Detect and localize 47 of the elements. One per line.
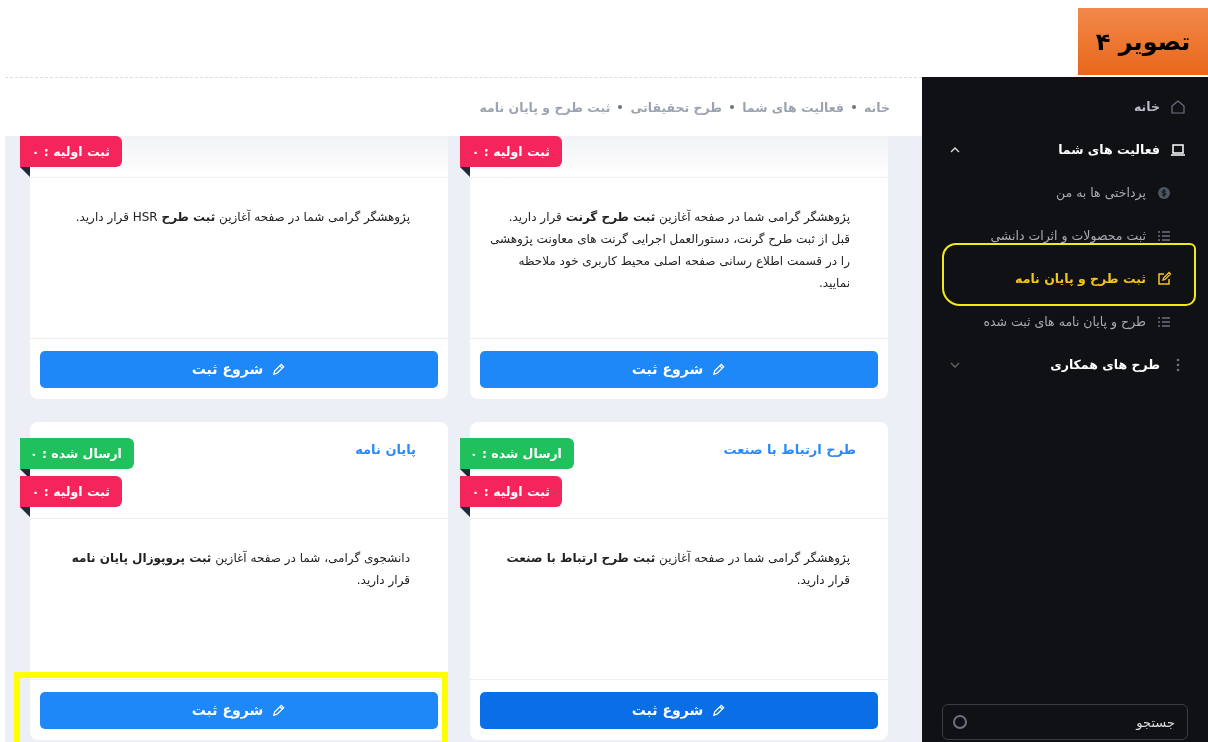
home-icon [1170,98,1186,115]
chevron-up-icon [950,146,960,153]
card-description: دانشجوی گرامی، شما در صفحه آغازین ثبت پروپوزال پایان نامه قرار دارید. [70,549,410,590]
breadcrumb-link[interactable]: خانه [864,99,890,115]
count-badge: ثبت اولیه : ۰ [460,136,562,167]
edit-icon [1156,270,1172,287]
ribbon-fold-icon [20,507,30,517]
card-description: پژوهشگر گرامی شما در صفحه آغازین ثبت طرح ارتباط با صنعت قرار دارید. [505,549,850,590]
ribbon-fold-icon [20,167,30,177]
separator-dot [618,105,623,109]
count-badge: ثبت اولیه : ۰ [20,476,122,507]
start-button[interactable]: شروع ثبت [40,691,438,729]
card-title: طرح ارتباط با صنعت [723,441,856,459]
nav-item[interactable]: طرح و پایان نامه های ثبت شده [922,300,1208,343]
breadcrumb-link[interactable]: ثبت طرح و پایان نامه [479,99,611,115]
nav-item[interactable]: خانه [922,85,1208,128]
card-description: پژوهشگر گرامی شما در صفحه آغازین ثبت طرح HSR قرار دارید. [74,208,410,227]
ribbon-fold-icon [460,167,470,177]
search-field[interactable]: جستجو [942,704,1188,740]
start-button[interactable]: شروع ثبت [480,691,878,729]
nav-item[interactable]: پرداختی ها به من [922,171,1208,214]
breadcrumb-link[interactable]: فعالیت های شما [742,99,844,115]
start-button[interactable]: شروع ثبت [480,350,878,388]
search-icon [952,714,968,730]
pencil-icon [271,702,287,718]
pencil-icon [711,702,727,718]
separator-dot [852,105,856,109]
pencil-icon [711,361,727,377]
count-badge: ثبت اولیه : ۰ [20,136,122,167]
card-description: پژوهشگر گرامی شما در صفحه آغازین ثبت طرح گرنت قرار دارید. قبل از ثبت طرح گرنت، دستورالعمل اجرایی گرنت های معاونت پژوهشی را در قسمت اطلاع رسانی صفحه اصلی محیط کاربری خود ملاحظه نمایید. [490,208,850,292]
nav-item[interactable]: طرح های همکاری [922,343,1208,386]
nav-item[interactable]: ثبت طرح و پایان نامه [922,257,1208,300]
laptop-icon [1170,141,1186,158]
start-button[interactable]: شروع ثبت [40,350,438,388]
nav-item[interactable]: فعالیت های شما [922,128,1208,171]
figure-label: تصویر ۴ [1078,8,1208,75]
chevron-down-icon [950,361,960,368]
count-badge: ارسال شده : ۰ [460,438,574,469]
breadcrumb-link[interactable]: طرح تحقیقاتی [630,99,723,115]
pencil-icon [271,361,287,377]
ribbon-fold-icon [460,507,470,517]
separator-dot [730,105,735,109]
count-badge: ارسال شده : ۰ [20,438,134,469]
count-badge: ثبت اولیه : ۰ [460,476,562,507]
card-title: پایان نامه [355,441,416,459]
nav-item[interactable]: ثبت محصولات و اثرات دانشی [922,214,1208,257]
coin-icon [1156,184,1172,201]
